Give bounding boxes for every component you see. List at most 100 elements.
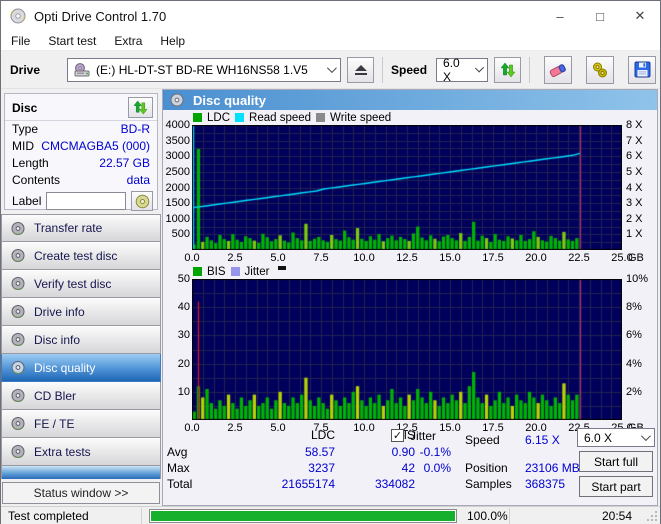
settings-button[interactable] <box>586 55 615 84</box>
elapsed-time: 20:54 <box>601 509 632 523</box>
chevron-down-icon <box>640 431 651 442</box>
quality-speed-select[interactable]: 6.0 X <box>577 428 655 447</box>
disc-quality-panel: Disc quality LDC Read speed Write speed 40… <box>162 89 658 506</box>
x-axis-unit-label: GB <box>628 252 644 264</box>
eject-button[interactable] <box>347 56 375 83</box>
legend-peak-marker <box>278 265 287 270</box>
max-ldc-value: 3237 <box>308 461 335 475</box>
y-axis-tick-label: 3000 <box>165 150 190 163</box>
legend-swatch <box>193 267 202 276</box>
y-axis-tick-label: 3500 <box>165 134 190 147</box>
quality-stats: LDC BIS ✓ Jitter Avg 58.57 0.90 -0.1% Ma… <box>163 428 657 504</box>
x-axis-tick-label: 10.0 <box>353 252 375 264</box>
menu-item-file[interactable]: File <box>1 31 39 51</box>
sidebar-item-label: Disc quality <box>34 360 96 375</box>
y2-axis-tick-label: 5 X <box>626 165 643 178</box>
total-row-label: Total <box>167 477 193 491</box>
disc-icon <box>11 333 25 347</box>
start-part-button[interactable]: Start part <box>579 476 653 497</box>
sidebar-item-label: Verify test disc <box>34 276 112 291</box>
disc-icon <box>11 221 25 235</box>
statusbar-divider <box>509 508 510 524</box>
minimize-icon[interactable]: – <box>540 1 580 31</box>
x-axis-tick-label: 5.0 <box>270 252 286 264</box>
panel-header: Disc quality <box>163 90 657 110</box>
bis-chart-canvas <box>192 279 622 420</box>
collapsed-panel-strip <box>1 466 161 479</box>
sidebar-item-drive-info[interactable]: Drive info <box>1 298 161 326</box>
x-axis-tick-label: 20.0 <box>525 252 547 264</box>
title-bar: Opti Drive Control 1.70 – □ ✕ <box>1 1 660 31</box>
x-axis-tick-label: 0.0 <box>184 252 200 264</box>
y2-axis-tick-label: 1 X <box>626 228 643 241</box>
y-axis-tick-label: 10 <box>177 385 190 398</box>
menu-item-help[interactable]: Help <box>151 31 194 51</box>
sidebar-item-fe-te[interactable]: FE / TE <box>1 410 161 438</box>
refresh-disc-button[interactable] <box>128 97 153 118</box>
sidebar-item-label: Extra tests <box>34 444 91 459</box>
y-axis-tick-label: 40 <box>177 301 190 314</box>
start-full-button[interactable]: Start full <box>579 451 653 472</box>
sidebar-item-transfer-rate[interactable]: Transfer rate <box>1 214 161 242</box>
samples-row-label: Samples <box>465 477 512 491</box>
close-icon[interactable]: ✕ <box>620 1 660 31</box>
legend-label: Read speed <box>249 111 312 124</box>
disc-icon <box>135 194 149 208</box>
speed-select-value: 6.0 X <box>443 55 460 84</box>
samples-value: 368375 <box>525 477 566 491</box>
drive-select[interactable]: (E:) HL-DT-ST BD-RE WH16NS58 1.V5 <box>67 57 342 82</box>
refresh-speed-button[interactable] <box>494 56 522 83</box>
drive-select-value: (E:) HL-DT-ST BD-RE WH16NS58 1.V5 <box>96 62 308 77</box>
disc-icon <box>11 445 25 459</box>
disc-icon <box>170 93 184 107</box>
jitter-checkbox[interactable]: ✓ <box>391 429 404 442</box>
drive-label: Drive <box>10 62 41 77</box>
status-bar: Test completed 100.0% 20:54 <box>1 506 660 524</box>
panel-title: Disc quality <box>193 92 266 108</box>
disc-label-input[interactable] <box>46 192 127 210</box>
speed-row-label: Speed <box>465 433 500 447</box>
progress-bar <box>149 509 457 523</box>
legend-label: BIS <box>207 265 226 278</box>
window-title: Opti Drive Control 1.70 <box>34 8 167 24</box>
avg-row-label: Avg <box>167 445 188 459</box>
status-window-button[interactable]: Status window >> <box>2 482 160 504</box>
sidebar-item-extra-tests[interactable]: Extra tests <box>1 438 161 466</box>
app-window: Opti Drive Control 1.70 – □ ✕ File Start… <box>0 0 661 524</box>
disc-icon <box>11 277 25 291</box>
disc-mid-label: MID <box>12 139 34 153</box>
y-axis-tick-label: 20 <box>177 357 190 370</box>
sidebar-item-verify-test-disc[interactable]: Verify test disc <box>1 270 161 298</box>
sidebar-item-label: Create test disc <box>34 248 118 263</box>
disc-label-label: Label <box>12 194 42 208</box>
resize-grip[interactable] <box>647 511 657 521</box>
disc-icon <box>11 361 25 375</box>
refresh-arrows-icon <box>500 62 516 77</box>
sidebar-item-disc-quality[interactable]: Disc quality <box>1 354 161 382</box>
chevron-down-icon <box>326 63 337 74</box>
speed-select[interactable]: 6.0 X <box>436 55 489 84</box>
y-axis-tick-label: 2500 <box>165 165 190 178</box>
ldc-chart-canvas <box>192 125 622 250</box>
progress-percent: 100.0% <box>467 509 508 523</box>
col-header-bis: BIS <box>395 428 415 442</box>
sidebar-item-create-test-disc[interactable]: Create test disc <box>1 242 161 270</box>
x-axis-tick-label: 12.5 <box>396 252 418 264</box>
total-ldc-value: 21655174 <box>281 477 335 491</box>
write-label-button[interactable] <box>131 191 153 211</box>
sidebar-item-cd-bler[interactable]: CD Bler <box>1 382 161 410</box>
y2-axis-tick-label: 10% <box>626 273 649 285</box>
y-axis-tick-label: 500 <box>171 228 190 241</box>
disc-mid-value: CMCMAGBA5 (000) <box>41 139 150 153</box>
menu-item-extra[interactable]: Extra <box>105 31 151 51</box>
menu-item-start-test[interactable]: Start test <box>39 31 105 51</box>
save-button[interactable] <box>628 55 657 84</box>
sidebar-item-disc-info[interactable]: Disc info <box>1 326 161 354</box>
erase-disc-button[interactable] <box>544 55 573 84</box>
legend-swatch <box>193 113 202 122</box>
sidebar-item-label: FE / TE <box>34 416 75 431</box>
disc-icon <box>11 305 25 319</box>
maximize-icon[interactable]: □ <box>580 1 620 31</box>
speed-value: 6.15 X <box>525 433 560 447</box>
y2-axis-tick-label: 7 X <box>626 134 643 147</box>
